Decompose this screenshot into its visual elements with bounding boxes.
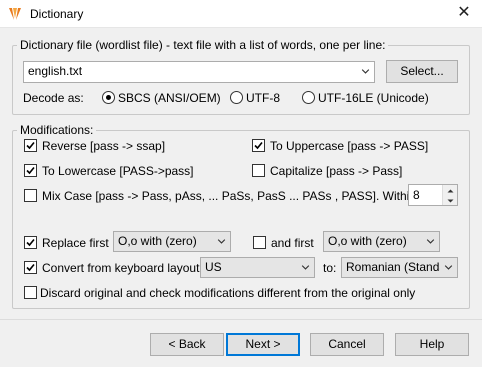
capitalize-label[interactable]: Capitalize [pass -> Pass]	[270, 164, 402, 178]
next-button[interactable]: Next >	[226, 333, 300, 356]
mix-case-checkbox[interactable]	[24, 189, 37, 202]
back-button[interactable]: < Back	[150, 333, 224, 356]
replace-first-checkbox[interactable]	[24, 236, 37, 249]
chevron-down-icon	[361, 69, 370, 74]
chevron-down-icon	[426, 239, 435, 244]
to-uppercase-checkbox[interactable]	[252, 139, 265, 152]
back-button-label: < Back	[168, 337, 206, 351]
checkmark-icon	[26, 141, 35, 150]
app-logo-icon	[9, 8, 21, 20]
replace-first-option: O,o with (zero)	[118, 234, 197, 248]
to-lowercase-checkbox[interactable]	[24, 164, 37, 177]
chevron-down-icon	[301, 265, 310, 270]
decode-sbcs-radio[interactable]	[102, 91, 115, 104]
decode-utf8-label[interactable]: UTF-8	[246, 91, 280, 105]
layout-to-select[interactable]: Romanian (Standard)	[341, 257, 458, 278]
capitalize-checkbox[interactable]	[252, 164, 265, 177]
replace-first-select[interactable]: O,o with (zero)	[113, 231, 231, 252]
checkmark-icon	[26, 166, 35, 175]
radio-selected-dot	[106, 95, 111, 100]
help-button-label: Help	[419, 337, 445, 351]
dictionary-file-value: english.txt	[28, 64, 83, 78]
to-uppercase-label[interactable]: To Uppercase [pass -> PASS]	[270, 139, 428, 153]
decode-as-label: Decode as:	[23, 91, 84, 105]
decode-utf16-label[interactable]: UTF-16LE (Unicode)	[318, 91, 429, 105]
decode-utf16-radio[interactable]	[302, 91, 315, 104]
checkmark-icon	[26, 238, 35, 247]
convert-layout-label[interactable]: Convert from keyboard layout:	[42, 261, 203, 275]
title-bar: Dictionary ✕	[0, 0, 482, 28]
select-file-button[interactable]: Select...	[386, 60, 458, 83]
dialog-content: Dictionary file (wordlist file) - text f…	[0, 29, 482, 367]
reverse-label[interactable]: Reverse [pass -> ssap]	[42, 139, 165, 153]
close-icon: ✕	[457, 4, 471, 21]
dictionary-file-group-label: Dictionary file (wordlist file) - text f…	[17, 38, 389, 52]
checkmark-icon	[26, 263, 35, 272]
decode-sbcs-label[interactable]: SBCS (ANSI/OEM)	[118, 91, 221, 105]
spin-down-button[interactable]	[442, 195, 457, 205]
and-first-label[interactable]: and first	[271, 236, 314, 250]
layout-from-value: US	[205, 260, 222, 274]
chevron-down-icon	[440, 258, 457, 277]
spin-up-button[interactable]	[442, 185, 457, 195]
mix-case-within-first-value: 8	[413, 188, 420, 202]
and-first-select[interactable]: O,o with (zero)	[323, 231, 440, 252]
discard-original-label[interactable]: Discard original and check modifications…	[40, 286, 415, 300]
and-first-option: O,o with (zero)	[328, 234, 407, 248]
layout-from-select[interactable]: US	[200, 257, 315, 278]
dictionary-file-combobox[interactable]: english.txt	[23, 61, 375, 83]
and-first-checkbox[interactable]	[253, 236, 266, 249]
modifications-group-label: Modifications:	[17, 123, 97, 137]
close-button[interactable]: ✕	[446, 0, 482, 28]
decode-utf8-radio[interactable]	[230, 91, 243, 104]
discard-original-checkbox[interactable]	[24, 286, 37, 299]
chevron-down-icon	[217, 239, 226, 244]
replace-first-label[interactable]: Replace first	[42, 236, 109, 250]
mix-case-within-first-spinner[interactable]: 8	[408, 184, 458, 206]
checkmark-icon	[254, 141, 263, 150]
convert-layout-checkbox[interactable]	[24, 261, 37, 274]
select-file-label: Select...	[400, 64, 444, 78]
chevron-down-icon	[447, 199, 454, 203]
window-title: Dictionary	[30, 7, 84, 21]
to-lowercase-label[interactable]: To Lowercase [PASS->pass]	[42, 164, 194, 178]
reverse-checkbox[interactable]	[24, 139, 37, 152]
mix-case-label[interactable]: Mix Case [pass -> Pass, pAss, ... PaSs, …	[42, 189, 442, 203]
dialog-footer: < Back Next > Cancel Help	[0, 320, 482, 367]
help-button[interactable]: Help	[395, 333, 469, 356]
next-button-label: Next >	[245, 337, 281, 351]
cancel-button[interactable]: Cancel	[310, 333, 384, 356]
modifications-group: Modifications:	[12, 123, 470, 309]
layout-to-label: to:	[323, 261, 337, 275]
cancel-button-label: Cancel	[328, 337, 366, 351]
